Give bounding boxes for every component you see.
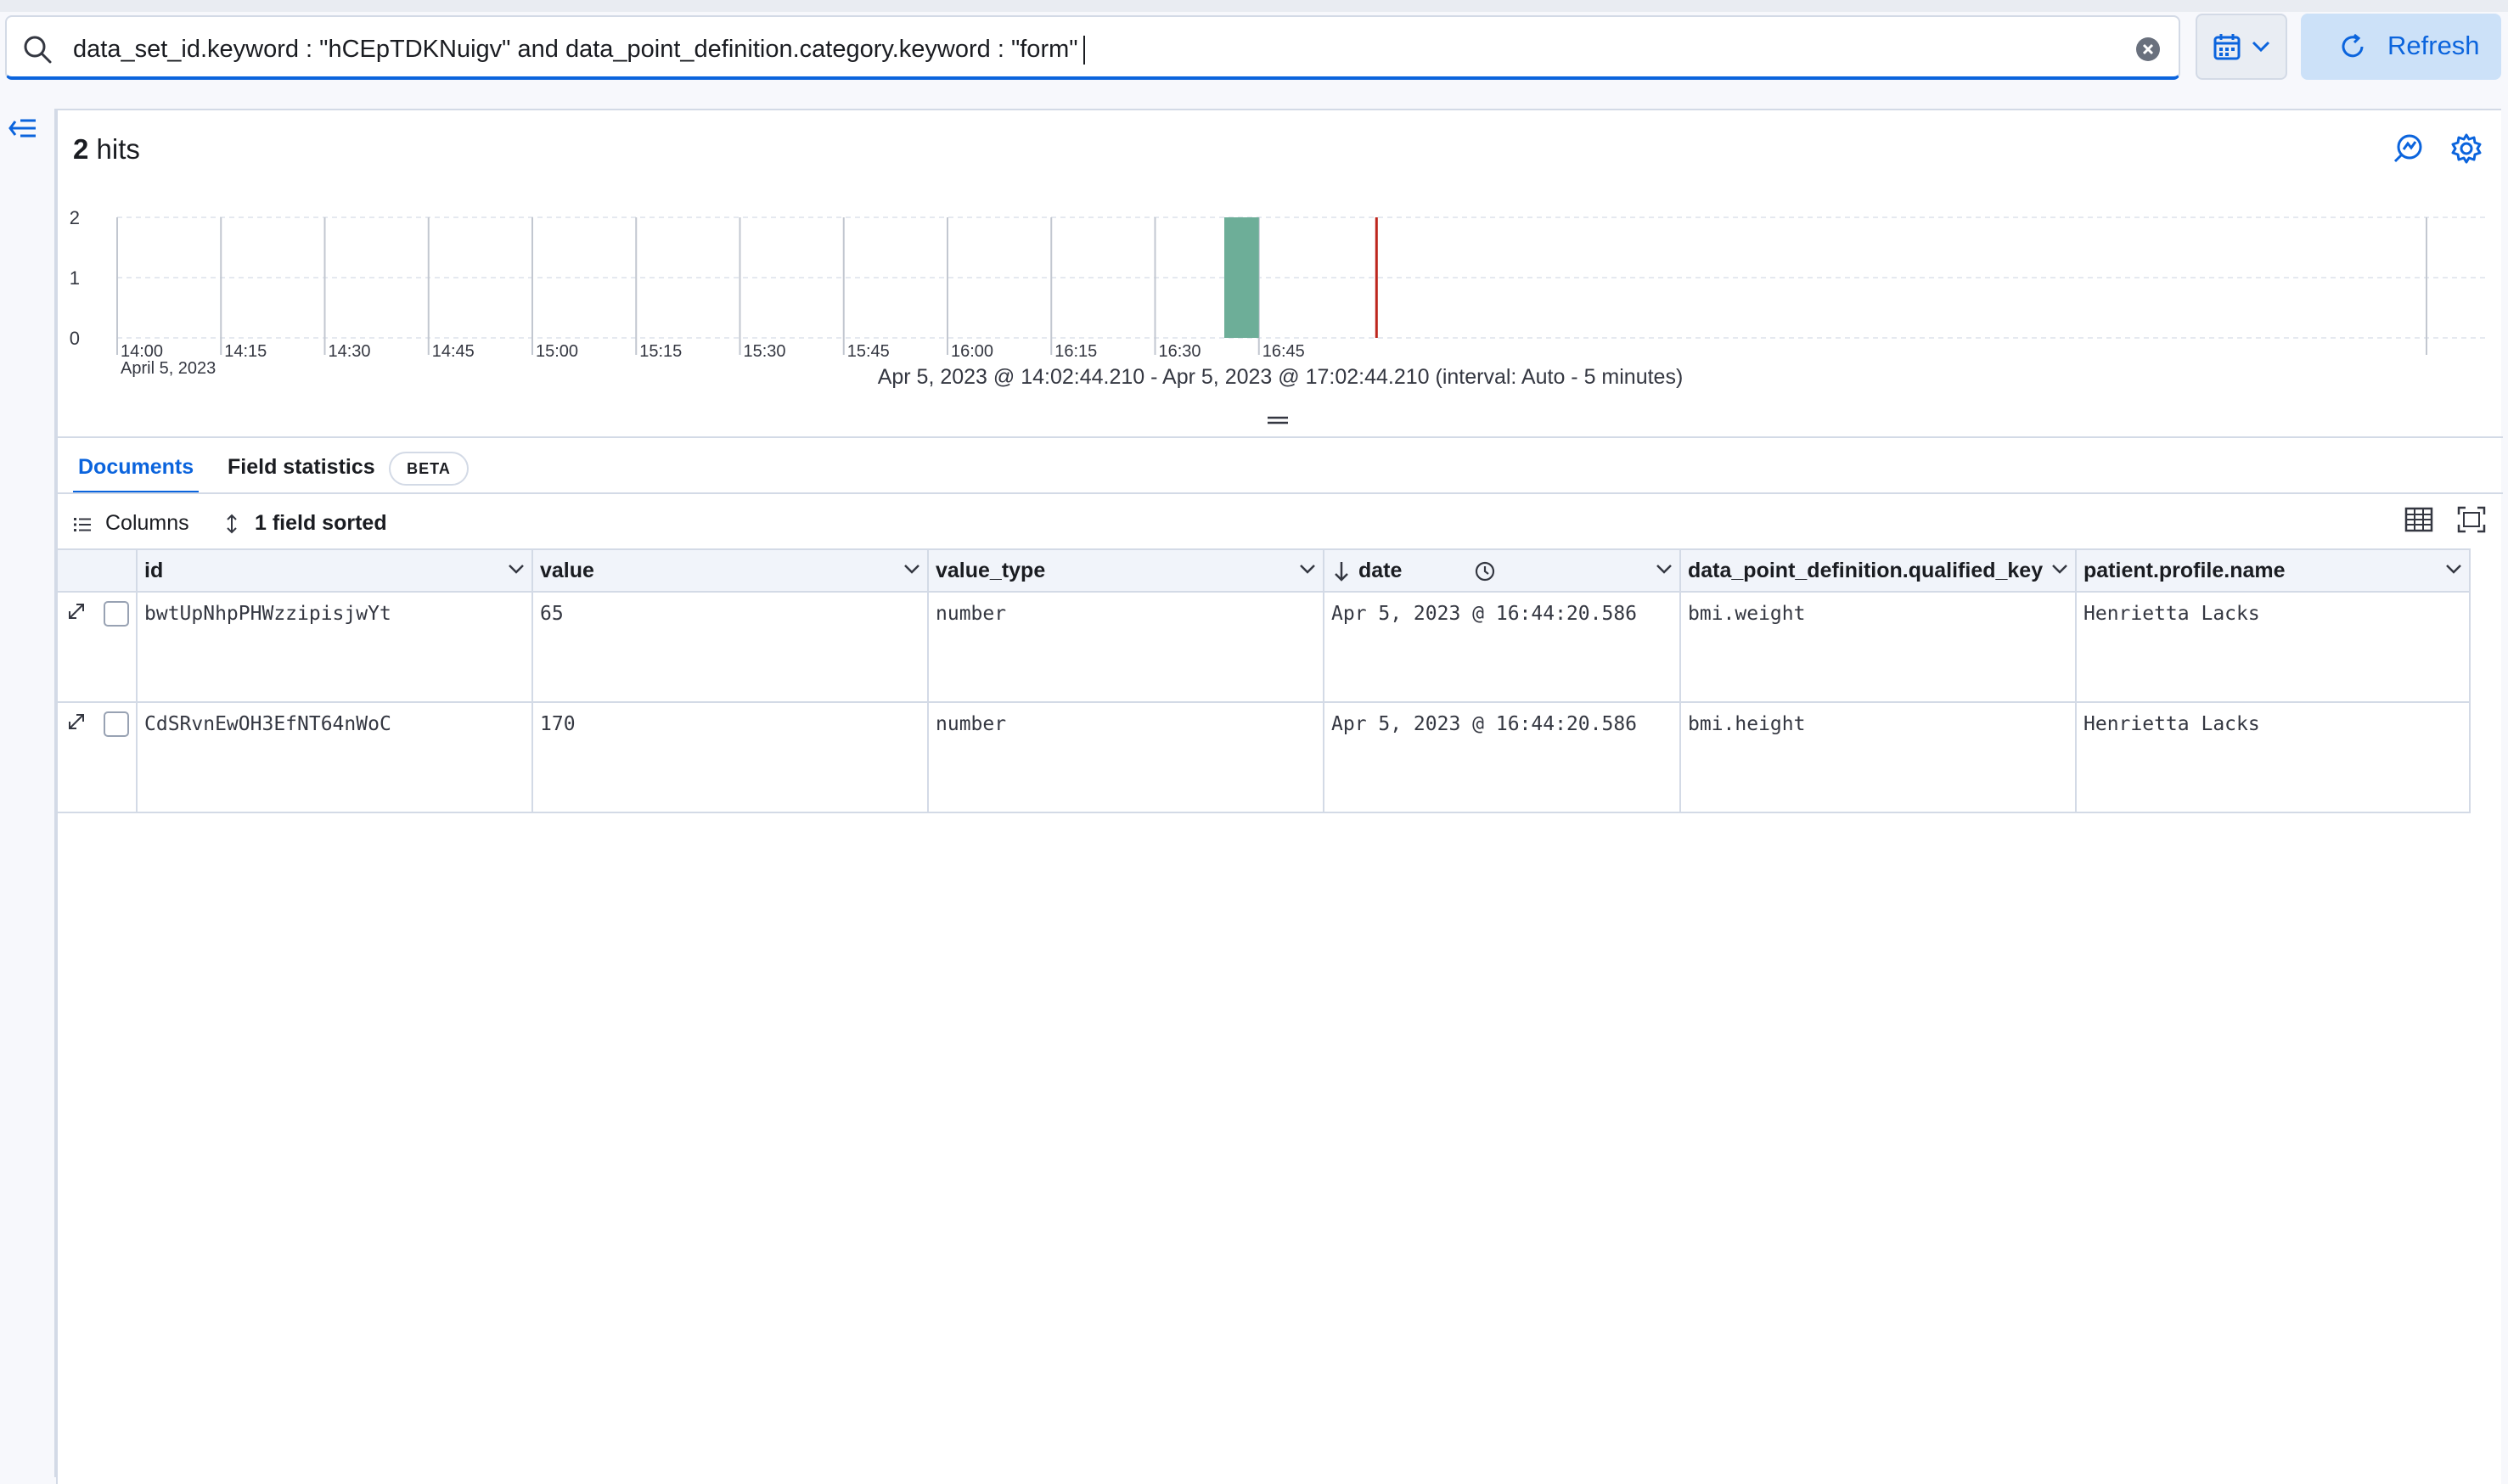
columns-button[interactable]: Columns bbox=[105, 509, 189, 537]
collapse-sidebar-icon[interactable] bbox=[7, 115, 39, 141]
x-tick-label: 14:00 bbox=[121, 342, 163, 361]
chevron-down-icon[interactable] bbox=[2051, 564, 2068, 576]
arrow-down-icon bbox=[1335, 562, 1348, 582]
clear-icon[interactable] bbox=[2134, 36, 2162, 63]
top-strip bbox=[0, 0, 2508, 12]
sort-icon bbox=[227, 514, 237, 534]
hits-count: 2 hits bbox=[73, 133, 140, 165]
cell-date[interactable]: Apr 5, 2023 @ 16:44:20.586 bbox=[1324, 593, 1681, 701]
sort-button[interactable]: 1 field sorted bbox=[255, 509, 387, 537]
chevron-down-icon[interactable] bbox=[508, 564, 525, 576]
query-bar: data_set_id.keyword : "hCEpTDKNuigv" and… bbox=[0, 0, 2508, 95]
chevron-down-icon[interactable] bbox=[1656, 564, 1673, 576]
data-grid: id value value_type date data_point_defi… bbox=[58, 548, 2471, 813]
chevron-down-icon[interactable] bbox=[903, 564, 920, 576]
row-controls bbox=[58, 593, 138, 701]
cell-qualified-key[interactable]: bmi.weight bbox=[1681, 593, 2077, 701]
cell-date[interactable]: Apr 5, 2023 @ 16:44:20.586 bbox=[1324, 703, 1681, 812]
beta-badge: BETA bbox=[389, 452, 469, 486]
chevron-down-icon[interactable] bbox=[1299, 564, 1316, 576]
column-header-date[interactable]: date bbox=[1324, 550, 1681, 593]
clock-icon bbox=[1475, 561, 1495, 582]
x-tick-label: 15:45 bbox=[847, 342, 890, 361]
calendar-icon bbox=[2213, 34, 2241, 60]
row-controls bbox=[58, 703, 138, 812]
histogram-chart: 0 1 2 14:00 14:15 14:30 14:45 15:00 15:15 15:30 15… bbox=[70, 207, 2486, 378]
cell-value[interactable]: 170 bbox=[533, 703, 929, 812]
search-input[interactable]: data_set_id.keyword : "hCEpTDKNuigv" and… bbox=[73, 34, 1085, 65]
x-tick-label: 16:30 bbox=[1159, 342, 1201, 361]
fullscreen-icon[interactable] bbox=[2457, 506, 2486, 533]
chevron-down-icon bbox=[2252, 41, 2270, 53]
x-tick-label: 15:15 bbox=[639, 342, 682, 361]
divider bbox=[58, 436, 2503, 438]
discover-panel: 2 hits 0 1 2 14:00 14:15 14:30 14:45 15:00 15:15… bbox=[56, 109, 2503, 1484]
cell-patient-name[interactable]: Henrietta Lacks bbox=[2077, 703, 2471, 812]
time-range-text: Apr 5, 2023 @ 14:02:44.210 - Apr 5, 2023… bbox=[877, 365, 1684, 389]
y-tick-label: 0 bbox=[70, 328, 80, 349]
x-tick-label: 14:30 bbox=[329, 342, 371, 361]
cell-value[interactable]: 65 bbox=[533, 593, 929, 701]
cell-value-type[interactable]: number bbox=[929, 703, 1324, 812]
row-checkbox[interactable] bbox=[104, 601, 129, 627]
density-icon[interactable] bbox=[2404, 506, 2433, 533]
search-box[interactable]: data_set_id.keyword : "hCEpTDKNuigv" and… bbox=[5, 15, 2180, 80]
refresh-button[interactable]: Refresh bbox=[2301, 14, 2501, 80]
cell-qualified-key[interactable]: bmi.height bbox=[1681, 703, 2077, 812]
column-header-value-type[interactable]: value_type bbox=[929, 550, 1324, 593]
date-picker-button[interactable] bbox=[2196, 14, 2287, 80]
x-tick-label: 16:00 bbox=[951, 342, 993, 361]
x-tick-label: 14:15 bbox=[224, 342, 267, 361]
cell-patient-name[interactable]: Henrietta Lacks bbox=[2077, 593, 2471, 701]
refresh-label: Refresh bbox=[2387, 31, 2480, 60]
search-icon bbox=[24, 36, 52, 64]
table-row[interactable]: bwtUpNhpPHWzzipisjwYt 65 number Apr 5, 2… bbox=[58, 593, 2471, 703]
tab-documents[interactable]: Documents bbox=[78, 453, 194, 481]
x-tick-label: 14:45 bbox=[432, 342, 475, 361]
row-checkbox[interactable] bbox=[104, 711, 129, 737]
column-header-patient-name[interactable]: patient.profile.name bbox=[2077, 550, 2471, 593]
column-header-id[interactable]: id bbox=[138, 550, 533, 593]
expand-icon[interactable] bbox=[66, 601, 87, 621]
divider bbox=[58, 492, 2503, 494]
list-icon bbox=[74, 518, 91, 531]
refresh-icon bbox=[2342, 33, 2364, 58]
x-tick-label: 16:15 bbox=[1054, 342, 1097, 361]
grid-header-row: id value value_type date data_point_defi… bbox=[58, 550, 2471, 593]
y-tick-label: 2 bbox=[70, 207, 80, 228]
resize-handle-icon[interactable] bbox=[1267, 414, 1289, 426]
table-row[interactable]: CdSRvnEwOH3EfNT64nWoC 170 number Apr 5, … bbox=[58, 703, 2471, 813]
chevron-down-icon[interactable] bbox=[2445, 564, 2462, 576]
cell-id[interactable]: bwtUpNhpPHWzzipisjwYt bbox=[138, 593, 533, 701]
expand-icon[interactable] bbox=[66, 711, 87, 732]
histogram-bar bbox=[1224, 217, 1259, 338]
cell-value-type[interactable]: number bbox=[929, 593, 1324, 701]
tab-field-statistics[interactable]: Field statistics bbox=[228, 453, 375, 481]
header-control-column bbox=[58, 550, 138, 593]
gear-icon[interactable] bbox=[2450, 132, 2483, 165]
x-tick-label: 15:00 bbox=[536, 342, 578, 361]
cell-id[interactable]: CdSRvnEwOH3EfNT64nWoC bbox=[138, 703, 533, 812]
column-header-value[interactable]: value bbox=[533, 550, 929, 593]
inspect-icon[interactable] bbox=[2393, 132, 2425, 165]
x-tick-label: 16:45 bbox=[1262, 342, 1305, 361]
x-tick-label: 15:30 bbox=[744, 342, 786, 361]
y-tick-label: 1 bbox=[70, 267, 80, 289]
column-header-qualified-key[interactable]: data_point_definition.qualified_key bbox=[1681, 550, 2077, 593]
